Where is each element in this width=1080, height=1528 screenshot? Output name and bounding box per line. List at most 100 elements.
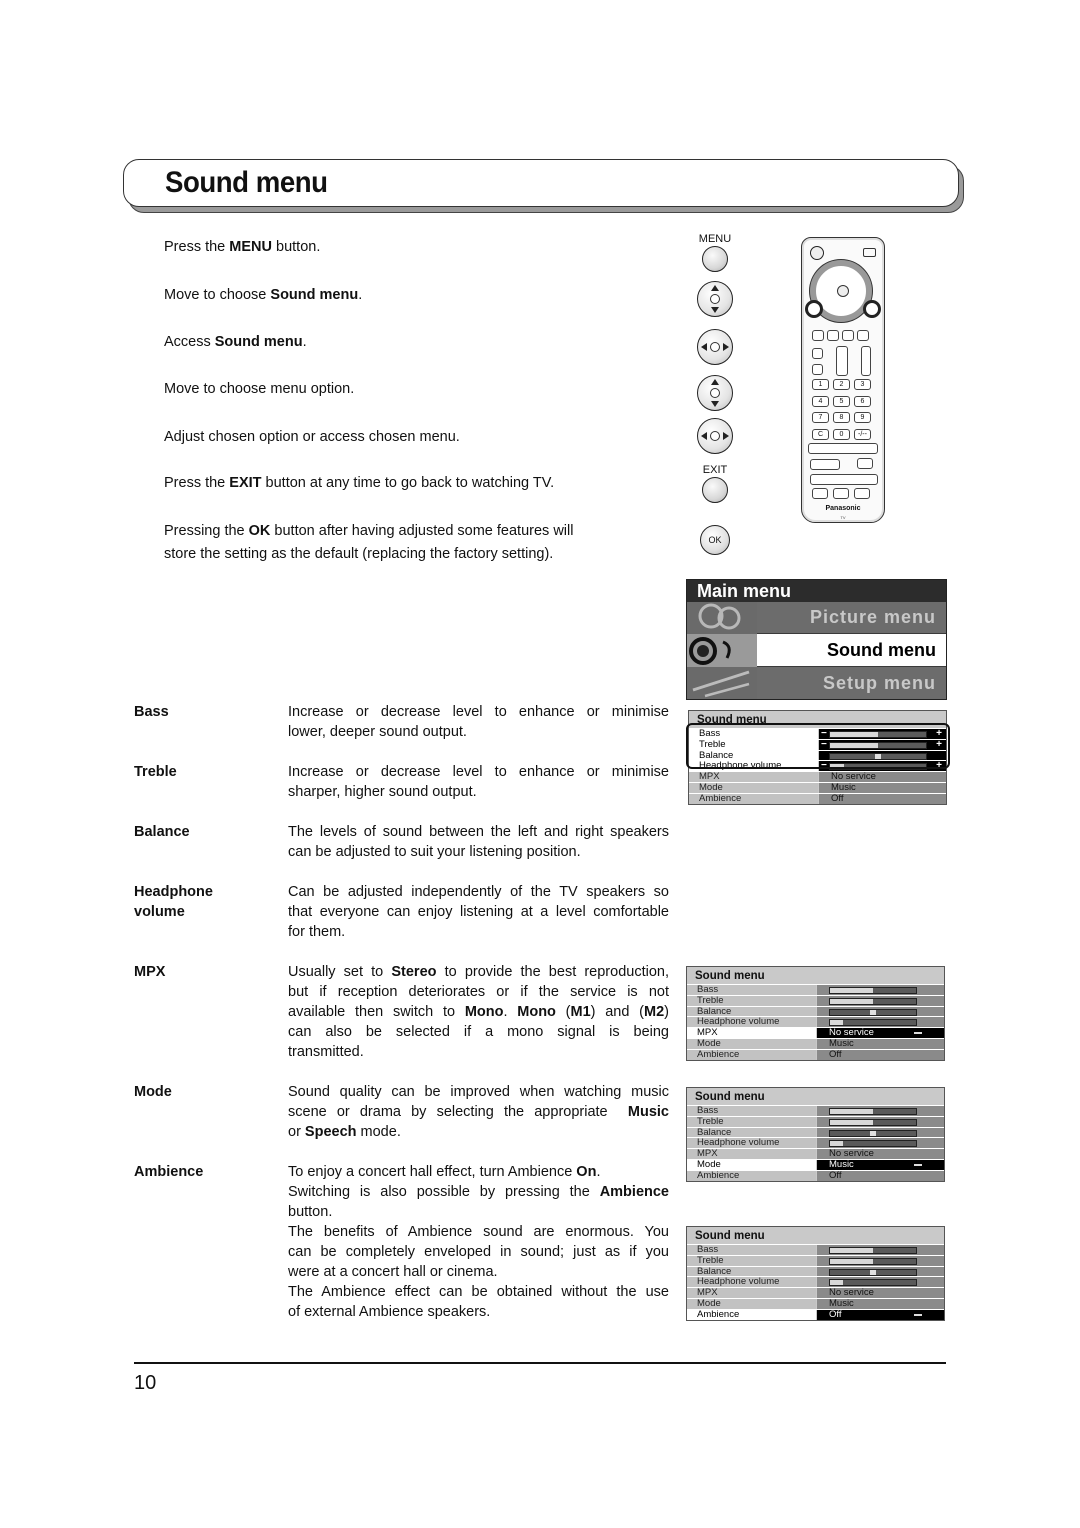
balance-slider[interactable] xyxy=(829,1129,917,1137)
balance-knob[interactable] xyxy=(870,1269,876,1275)
level-slider[interactable] xyxy=(829,1108,917,1115)
level-slider[interactable] xyxy=(829,1279,917,1287)
row-value xyxy=(817,1255,944,1266)
row-value: Off xyxy=(819,793,946,804)
remote-key xyxy=(842,330,854,341)
sound-menu-row-mpx[interactable]: MPX No service xyxy=(689,771,946,782)
description-term: Headphone volume xyxy=(134,884,213,920)
description-term: Mode xyxy=(134,1084,172,1100)
up-down-nav-icon xyxy=(697,281,733,317)
option-indicator-icon xyxy=(914,1032,922,1035)
main-menu-title: Main menu xyxy=(687,580,946,602)
row-value: Music xyxy=(817,1159,944,1170)
remote-number-key: 2 xyxy=(833,379,850,390)
balance-slider[interactable] xyxy=(829,1008,917,1016)
description-text: To enjoy a concert hall effect, turn Amb… xyxy=(288,1164,669,1320)
description-term: Balance xyxy=(134,824,190,840)
sound-menu-row-ambience[interactable]: Ambience Off xyxy=(687,1048,944,1060)
description-term: Ambience xyxy=(134,1164,204,1180)
remote-key xyxy=(857,458,873,469)
ok-button-icon: OK xyxy=(700,525,730,555)
row-value xyxy=(817,1266,944,1277)
row-label: Mode xyxy=(687,1299,816,1309)
level-slider[interactable] xyxy=(829,997,917,1005)
level-fill xyxy=(830,988,873,993)
remote-number-key: 3 xyxy=(854,379,871,390)
remote-key xyxy=(827,330,839,341)
row-label: MPX xyxy=(689,772,818,782)
description-text: Usually set to Stereo to provide the bes… xyxy=(288,964,669,1060)
level-slider[interactable] xyxy=(829,1257,917,1265)
remote-key xyxy=(857,330,869,341)
instruction-step: Press the EXIT button at any time to go … xyxy=(164,475,555,491)
exit-button-icon xyxy=(702,477,728,503)
balance-slider[interactable] xyxy=(829,1268,917,1276)
row-label: MPX xyxy=(687,1288,816,1298)
sound-menu-row-balance[interactable]: Balance xyxy=(687,1126,944,1138)
menu-button-icon xyxy=(702,246,728,272)
row-value xyxy=(817,1127,944,1138)
level-slider[interactable] xyxy=(829,987,917,994)
remote-key-row xyxy=(810,459,840,470)
sound-menu-row-treble[interactable]: Treble xyxy=(687,994,944,1006)
sound-menu-row-bass[interactable]: Bass xyxy=(687,1105,944,1116)
page-title: Sound menu xyxy=(165,166,328,199)
sound-menu-row-mode[interactable]: Mode Music xyxy=(687,1158,944,1170)
sound-menu-row-treble[interactable]: Treble xyxy=(687,1115,944,1127)
volume-rocker-icon xyxy=(861,346,871,376)
sound-menu-row-treble[interactable]: Treble xyxy=(687,1254,944,1266)
row-value: Music xyxy=(817,1298,944,1309)
description-text: Increase or decrease level to enhance or… xyxy=(288,764,669,800)
description-text: The levels of sound between the left and… xyxy=(288,824,669,860)
row-value: No service xyxy=(817,1288,944,1298)
row-label: Bass xyxy=(687,1245,816,1255)
sound-menu-row-headphone-volume[interactable]: Headphone volume xyxy=(687,1016,944,1028)
remote-number-key: 1 xyxy=(812,379,829,390)
row-label: Headphone volume xyxy=(687,1277,816,1288)
remote-key-row xyxy=(810,474,878,485)
level-slider[interactable] xyxy=(829,1118,917,1126)
row-label: Headphone volume xyxy=(687,1138,816,1149)
sound-menu-row-ambience[interactable]: Ambience Off xyxy=(687,1169,944,1181)
sound-menu-row-mpx[interactable]: MPX No service xyxy=(687,1148,944,1159)
instruction-step: Press the MENU button. xyxy=(164,239,321,255)
balance-knob[interactable] xyxy=(870,1130,876,1136)
sound-menu-row-mpx[interactable]: MPX No service xyxy=(687,1027,944,1038)
instruction-step: store the setting as the default (replac… xyxy=(164,546,554,562)
row-label: Bass xyxy=(687,985,816,995)
sound-menu-row-mode[interactable]: Mode Music xyxy=(687,1297,944,1309)
sound-menu-row-headphone-volume[interactable]: Headphone volume xyxy=(687,1276,944,1288)
sound-menu-row-ambience[interactable]: Ambience Off xyxy=(689,792,946,804)
selection-bracket xyxy=(686,723,950,769)
balance-knob[interactable] xyxy=(870,1009,876,1015)
sound-menu-row-ambience[interactable]: Ambience Off xyxy=(687,1308,944,1320)
row-label: Ambience xyxy=(687,1170,816,1181)
sound-menu-row-bass[interactable]: Bass xyxy=(687,984,944,995)
level-fill xyxy=(830,1119,873,1125)
row-label: Mode xyxy=(687,1160,816,1170)
level-fill xyxy=(830,998,873,1004)
left-right-nav-icon xyxy=(697,418,733,454)
row-value: No service xyxy=(817,1149,944,1159)
sound-menu-row-mode[interactable]: Mode Music xyxy=(687,1037,944,1049)
menu-button-label: MENU xyxy=(698,233,732,245)
sound-menu-row-mode[interactable]: Mode Music xyxy=(689,781,946,793)
sound-menu-row-balance[interactable]: Balance xyxy=(687,1005,944,1017)
level-slider[interactable] xyxy=(829,1019,917,1027)
remote-key xyxy=(812,364,823,375)
level-slider[interactable] xyxy=(829,1140,917,1148)
remote-left-highlight-icon xyxy=(805,300,823,318)
remote-sub-label: TV xyxy=(840,515,846,520)
level-slider[interactable] xyxy=(829,1247,917,1254)
row-value xyxy=(817,1017,944,1028)
remote-number-key: C xyxy=(812,428,829,440)
sound-menu-osd-mode: Sound menu Bass Treble Balance Headphone vol… xyxy=(686,1087,945,1182)
remote-key xyxy=(812,330,824,341)
sound-menu-row-headphone-volume[interactable]: Headphone volume xyxy=(687,1137,944,1149)
sound-menu-row-balance[interactable]: Balance xyxy=(687,1265,944,1277)
sound-menu-row-bass[interactable]: Bass xyxy=(687,1244,944,1255)
remote-key xyxy=(812,348,823,359)
footer-rule xyxy=(134,1362,946,1364)
sound-menu-row-mpx[interactable]: MPX No service xyxy=(687,1287,944,1298)
description-term: Treble xyxy=(134,764,177,780)
